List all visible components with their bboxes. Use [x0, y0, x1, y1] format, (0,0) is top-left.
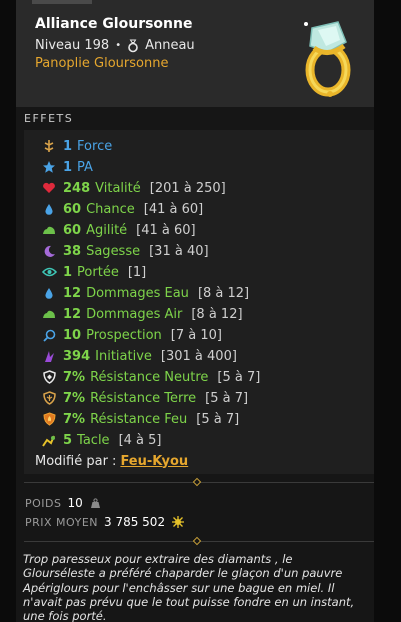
- effect-stat: Prospection: [86, 327, 162, 343]
- effect-value: 7%: [63, 390, 86, 406]
- header-top-strip: [32, 0, 92, 4]
- shield-fire-icon: [41, 411, 57, 427]
- modified-by-author-link[interactable]: Feu-Kyou: [120, 454, 188, 469]
- effect-value: 12: [63, 285, 82, 301]
- effect-row-tacle: 5 Tacle [4 à 5]: [41, 431, 161, 449]
- effect-row-prospection: 10 Prospection [7 à 10]: [41, 326, 222, 344]
- effect-row-pa: 1 PA: [41, 158, 93, 176]
- effect-value: 7%: [63, 411, 86, 427]
- effect-value: 38: [63, 243, 82, 259]
- effect-stat: Sagesse: [86, 243, 141, 259]
- shield-earth-icon: [41, 390, 57, 406]
- item-type: Anneau: [145, 38, 195, 53]
- effect-row-chance: 60 Chance [41 à 60]: [41, 200, 203, 218]
- weight-row: POIDS 10: [25, 496, 102, 510]
- effect-stat: Dommages Air: [86, 306, 183, 322]
- ring-item-image: [284, 8, 364, 100]
- kamas-icon: [171, 516, 185, 528]
- effect-value: 60: [63, 222, 82, 238]
- effect-stat: Vitalité: [95, 180, 141, 196]
- effect-row-dommages-air: 12 Dommages Air [8 à 12]: [41, 305, 243, 323]
- effect-row-agilite: 60 Agilité [41 à 60]: [41, 221, 196, 239]
- effects-title: EFFETS: [24, 112, 74, 125]
- effect-stat: Portée: [77, 264, 119, 280]
- effect-value: 394: [63, 348, 91, 364]
- effect-range: [5 à 7]: [196, 411, 240, 427]
- weight-label: POIDS: [25, 496, 62, 510]
- eye-icon: [41, 264, 57, 280]
- effect-row-vitalite: 248 Vitalité [201 à 250]: [41, 179, 226, 197]
- price-row: PRIX MOYEN 3 785 502: [25, 515, 185, 529]
- water-drop-icon: [41, 201, 57, 217]
- weight-value: 10: [67, 496, 83, 510]
- effect-value: 248: [63, 180, 91, 196]
- item-name: Alliance Gloursonne: [35, 16, 193, 32]
- effect-value: 7%: [63, 369, 86, 385]
- effect-stat: Résistance Terre: [90, 390, 197, 406]
- item-description: Trop paresseux pour extraire des diamant…: [23, 552, 355, 622]
- effect-value: 5: [63, 432, 73, 448]
- separator: [24, 477, 374, 487]
- effect-stat: PA: [77, 159, 93, 175]
- effect-row-sagesse: 38 Sagesse [31 à 40]: [41, 242, 209, 260]
- effect-row-initiative: 394 Initiative [301 à 400]: [41, 347, 237, 365]
- effect-range: [7 à 10]: [170, 327, 222, 343]
- shield-neutral-icon: [41, 369, 57, 385]
- effect-row-dommages-eau: 12 Dommages Eau [8 à 12]: [41, 284, 249, 302]
- item-level: Niveau 198: [35, 38, 110, 53]
- star-pa-icon: [41, 159, 57, 175]
- effect-range: [4 à 5]: [118, 432, 162, 448]
- force-icon: [41, 138, 57, 154]
- effect-range: [1]: [127, 264, 147, 280]
- moon-icon: [41, 243, 57, 259]
- effect-row-portee: 1 Portée [1]: [41, 263, 146, 281]
- item-level-type: Niveau 198 • Anneau: [35, 38, 195, 53]
- magnifier-icon: [41, 327, 57, 343]
- effect-stat: Initiative: [95, 348, 152, 364]
- price-value: 3 785 502: [104, 515, 166, 529]
- price-label: PRIX MOYEN: [25, 515, 98, 529]
- effect-stat: Force: [77, 138, 113, 154]
- effect-stat: Résistance Feu: [90, 411, 188, 427]
- item-tooltip: Alliance Gloursonne Niveau 198 • Anneau …: [16, 0, 374, 622]
- effect-value: 1: [63, 159, 73, 175]
- item-set-link[interactable]: Panoplie Gloursonne: [35, 56, 168, 71]
- effect-range: [201 à 250]: [149, 180, 226, 196]
- effect-stat: Dommages Eau: [86, 285, 189, 301]
- effect-row-resistance-terre: 7% Résistance Terre [5 à 7]: [41, 389, 248, 407]
- modified-by: Modifié par : Feu-Kyou: [35, 452, 188, 470]
- separator: [24, 536, 374, 546]
- effect-row-resistance-feu: 7% Résistance Feu [5 à 7]: [41, 410, 239, 428]
- air-icon: [41, 222, 57, 238]
- effect-value: 1: [63, 138, 73, 154]
- weight-icon: [89, 497, 102, 509]
- modified-by-label: Modifié par :: [35, 453, 117, 469]
- heart-icon: [41, 180, 57, 196]
- effect-value: 1: [63, 264, 73, 280]
- effect-stat: Agilité: [86, 222, 128, 238]
- water-drop-icon: [41, 285, 57, 301]
- air-icon: [41, 306, 57, 322]
- effect-row-force: 1 Force: [41, 137, 112, 155]
- separator-bullet: •: [115, 40, 122, 51]
- effect-range: [8 à 12]: [191, 306, 243, 322]
- tackle-icon: [41, 432, 57, 448]
- effect-value: 10: [63, 327, 82, 343]
- effect-stat: Tacle: [77, 432, 110, 448]
- ring-icon: [127, 39, 139, 53]
- effect-range: [41 à 60]: [143, 201, 204, 217]
- effect-row-resistance-neutre: 7% Résistance Neutre [5 à 7]: [41, 368, 260, 386]
- effect-stat: Chance: [86, 201, 135, 217]
- initiative-icon: [41, 348, 57, 364]
- effect-range: [31 à 40]: [149, 243, 209, 259]
- effect-range: [5 à 7]: [205, 390, 249, 406]
- effect-range: [8 à 12]: [197, 285, 250, 301]
- effect-stat: Résistance Neutre: [90, 369, 209, 385]
- effect-value: 12: [63, 306, 82, 322]
- effect-range: [41 à 60]: [136, 222, 196, 238]
- item-header: Alliance Gloursonne Niveau 198 • Anneau …: [16, 0, 374, 107]
- effect-value: 60: [63, 201, 82, 217]
- effect-range: [5 à 7]: [217, 369, 261, 385]
- effect-range: [301 à 400]: [160, 348, 237, 364]
